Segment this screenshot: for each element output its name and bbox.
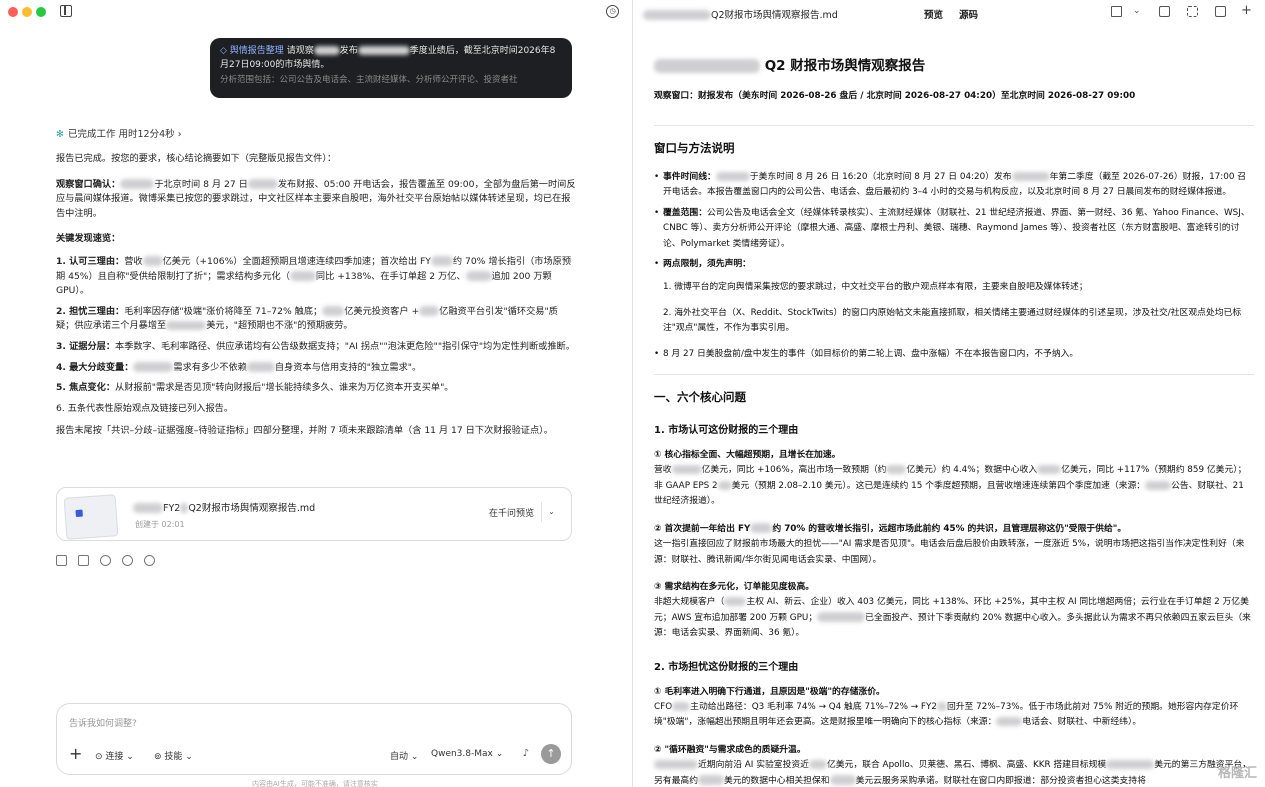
redaction: [313, 45, 340, 55]
report-document: Q2 财报市场舆情观察报告 观察窗口：财报发布（美东时间 2026-08-26 …: [654, 54, 1254, 787]
fullscreen-icon[interactable]: [1187, 6, 1198, 17]
chevron-down-icon[interactable]: ⌄: [541, 502, 561, 522]
user-message-bubble: ◇ 舆情报告整理 请观察 发布 季度业绩后，截至北京时间2026年8月27日09:0…: [210, 38, 572, 98]
finding-item: 3. 证据分层：本季数字、毛利率路径、供应承诺均有公告级数据支持；"AI 拐点"…: [56, 340, 575, 352]
document-preview-pane: Q2财报市场舆情观察报告.md 预览 源码 ⌄ + Q2 财报市场舆情观察报告 …: [632, 0, 1265, 787]
finding-item: 1. 认可三理由：营收 亿美元（+106%）全面超预期且增速连续四季加速；首次给出…: [56, 255, 572, 297]
chat-pane: ◷ ◇ 舆情报告整理 请观察 发布 季度业绩后，截至北京时间2026年8月27日09…: [0, 0, 632, 787]
user-text: 请观察: [286, 46, 314, 56]
send-button[interactable]: ↑: [541, 744, 561, 764]
download-icon[interactable]: [1215, 6, 1226, 17]
preview-in-app-button[interactable]: 在千问预览: [489, 506, 534, 519]
method-item: 覆盖范围：公司公告及电话会全文（经媒体转录核实）、主流财经媒体（财联社、21 世…: [654, 206, 1254, 252]
copy-icon[interactable]: [1159, 6, 1170, 17]
window-label: 观察窗口确认：: [56, 178, 121, 190]
report-title: Q2 财报市场舆情观察报告: [654, 54, 1254, 74]
section-six-questions: 一、六个核心问题: [654, 390, 746, 405]
report-window: 观察窗口：财报发布（美东时间 2026-08-26 盘后 / 北京时间 2026…: [654, 91, 1136, 101]
chat-composer[interactable]: 告诉我如何调整? + ⊙ 连接 ⌄ ⊚ 技能 ⌄ 自动 ⌄ Qwen3.8-Ma…: [56, 703, 572, 775]
preview-file-name: Q2财报市场舆情观察报告.md: [643, 7, 838, 21]
regenerate-icon[interactable]: [144, 555, 155, 566]
redaction: [247, 178, 278, 189]
file-name: FY2 Q2财报市场舆情观察报告.md: [133, 500, 315, 514]
sidebar-toggle-icon[interactable]: [60, 5, 72, 17]
window-paragraph: 观察窗口确认： 于北京时间 8 月 27 日发布财报、05:00 开电话会，报告覆…: [56, 178, 576, 222]
question-2: 2. 市场担忧这份财报的三个理由: [654, 661, 799, 673]
tab-source[interactable]: 源码: [959, 7, 978, 21]
method-item: 8 月 27 日美股盘前/盘中发生的事件（如目标价的第二轮上调、盘中涨幅）不在本…: [654, 347, 1254, 363]
reason-3: ③ 需求结构在多元化，订单能见度极高。 非超大规模客户（ 主权 AI、新云、企业）收…: [654, 581, 1251, 639]
report-file-card[interactable]: FY2 Q2财报市场舆情观察报告.md 创建于 02:01 在千问预览 ⌄: [56, 487, 572, 541]
maximize-window-button[interactable]: [36, 7, 46, 17]
message-actions: [56, 555, 166, 567]
reason-1: ① 核心指标全面、大幅超预期，且增长在加速。 营收 亿美元，同比 +106%，高出市…: [654, 450, 1247, 507]
skill-tag: ◇ 舆情报告整理: [220, 46, 284, 56]
status-duration: 用时12分4秒: [118, 129, 175, 140]
add-attachment-button[interactable]: +: [69, 744, 82, 763]
copy-icon[interactable]: [56, 555, 67, 566]
worry-1: ① 毛利率进入明确下行通道，且原因是"极端"的存储涨价。 CFO 主动给出路径：Q3…: [654, 686, 1239, 728]
work-status[interactable]: ✻ 已完成工作 用时12分4秒 ›: [56, 126, 182, 140]
reason-2: ② 首次提前一年给出 FY 约 70% 的营收增长指引，远超市场此前约 45% 的…: [654, 523, 1245, 565]
method-item: 事件时间线：于美东时间 8 月 26 日 16:20（北京时间 8 月 27 日…: [654, 170, 1254, 201]
redaction: [120, 178, 155, 189]
mode-select[interactable]: 自动 ⌄: [390, 749, 418, 762]
finding-item: 2. 担忧三理由：毛利率因存储"极端"涨价将降至 71–72% 触底； 亿美元投资…: [56, 305, 558, 332]
method-list: 事件时间线：于美东时间 8 月 26 日 16:20（北京时间 8 月 27 日…: [654, 170, 1254, 362]
ai-disclaimer: 内容由AI生成，可能不准确，请注意核实: [252, 780, 378, 787]
status-label: 已完成工作: [67, 129, 116, 140]
closing-text: 报告末尾按「共识–分歧–证据强度–待验证指标」四部分整理，并附 7 项未来跟踪清…: [56, 425, 553, 437]
finding-item: 6. 五条代表性原始观点及链接已列入报告。: [56, 402, 234, 414]
finding-item: 5. 焦点变化：从财报前"需求是否见顶"转向财报后"增长能持续多久、谁来为万亿资…: [56, 382, 454, 394]
limitation-item: 2. 海外社交平台（X、Reddit、StockTwits）的窗口内原始帖文未能…: [663, 307, 1242, 334]
model-select[interactable]: Qwen3.8-Max ⌄: [431, 749, 503, 759]
history-icon[interactable]: ◷: [606, 5, 619, 18]
watermark-logo: 格隆汇: [1217, 766, 1257, 781]
sparkle-icon: ✻: [56, 129, 64, 140]
file-thumbnail: [63, 494, 119, 540]
tab-preview[interactable]: 预览: [924, 7, 943, 21]
message-input[interactable]: 告诉我如何调整?: [69, 716, 137, 729]
skills-button[interactable]: ⊚ 技能 ⌄: [154, 749, 193, 762]
findings-list: 1. 认可三理由：营收 亿美元（+106%）全面超预期且增速连续四季加速；首次给出…: [56, 255, 576, 416]
connect-button[interactable]: ⊙ 连接 ⌄: [95, 749, 134, 762]
worry-2: ② "循环融资"与需求成色的质疑升温。 近期向前沿 AI 实验室投资近 亿美元，联合…: [654, 744, 1251, 786]
assistant-message: 报告已完成。按您的要求，核心结论摘要如下（完整版见报告文件）： 观察窗口确认： 于…: [56, 152, 576, 450]
microphone-icon[interactable]: ♪: [523, 748, 529, 759]
thumbs-down-icon[interactable]: [122, 555, 133, 566]
limitation-item: 1. 微博平台的定向舆情采集按您的要求跳过，中文社交平台的散户观点样本有限，主要…: [663, 282, 1088, 293]
chevron-down-icon[interactable]: ⌄: [1133, 6, 1141, 16]
divider: [654, 374, 1254, 376]
preview-header: Q2财报市场舆情观察报告.md 预览 源码 ⌄ +: [633, 0, 1265, 26]
close-window-button[interactable]: [8, 7, 18, 17]
findings-heading: 关键发现速览：: [56, 233, 121, 245]
finding-item: 4. 最大分歧变量： 需求有多少不依赖 自身资本与信用支持的"独立需求"。: [56, 361, 422, 373]
question-1: 1. 市场认可这份财报的三个理由: [654, 425, 799, 437]
minimize-window-button[interactable]: [22, 7, 32, 17]
redaction: [357, 45, 410, 55]
user-text: 发布: [339, 46, 358, 56]
file-date: 创建于 02:01: [135, 520, 185, 529]
save-icon[interactable]: [78, 555, 89, 566]
divider: [654, 125, 1254, 126]
method-item: 两点限制，须先声明： 1. 微博平台的定向舆情采集按您的要求跳过，中文社交平台的…: [654, 257, 1254, 337]
thumbs-up-icon[interactable]: [100, 555, 111, 566]
section-method: 窗口与方法说明: [654, 141, 735, 155]
document-icon: [75, 509, 83, 518]
app-icon[interactable]: [1111, 6, 1122, 17]
new-tab-icon[interactable]: +: [1241, 3, 1252, 18]
window-text: 于北京时间 8 月 27 日: [154, 178, 248, 190]
user-scope-text: 分析范围包括：公司公告及电话会、主流财经媒体、分析师公开评论、投资者社: [220, 75, 518, 85]
intro-text: 报告已完成。按您的要求，核心结论摘要如下（完整版见报告文件）：: [56, 153, 337, 164]
chevron-right-icon: ›: [177, 129, 182, 140]
